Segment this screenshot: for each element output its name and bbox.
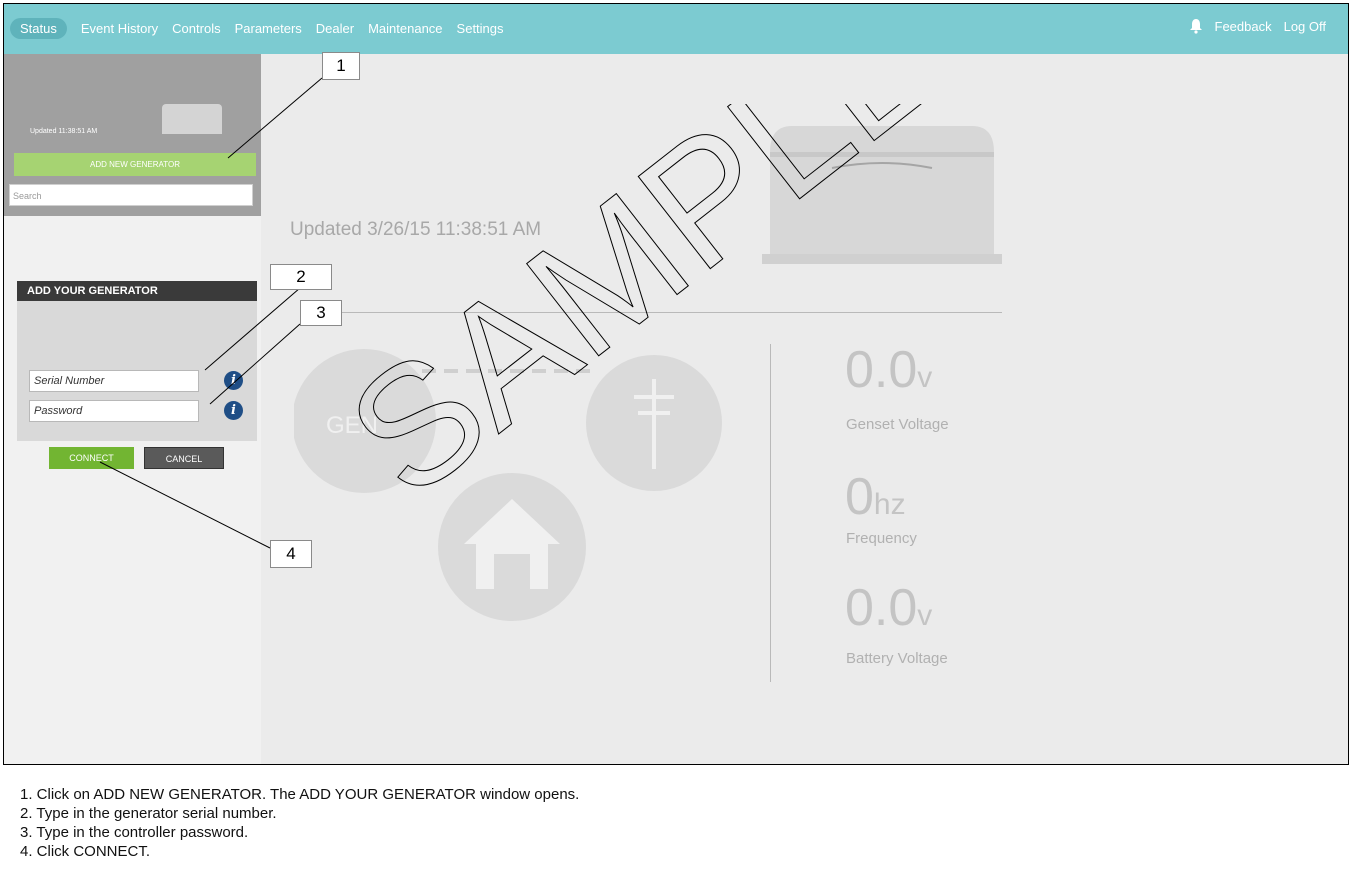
- callout-3: 3: [300, 300, 342, 326]
- callout-leader-lines: [99, 77, 323, 549]
- callout-2: 2: [270, 264, 332, 290]
- instruction-step: 3. Type in the controller password.: [20, 824, 249, 841]
- instruction-step: 4. Click CONNECT.: [20, 843, 151, 860]
- callout-4: 4: [270, 540, 312, 568]
- instruction-step: 2. Type in the generator serial number.: [20, 805, 277, 822]
- instructions-list: 1. Click on ADD NEW GENERATOR. The ADD Y…: [20, 785, 579, 861]
- callout-1: 1: [322, 52, 360, 80]
- instruction-step: 1. Click on ADD NEW GENERATOR. The ADD Y…: [20, 786, 580, 803]
